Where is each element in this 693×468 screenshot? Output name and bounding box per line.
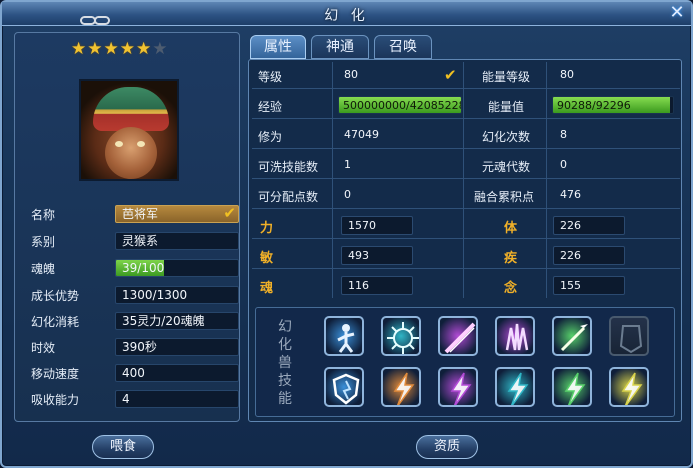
stat-value: 8 xyxy=(560,128,567,141)
tab-attributes[interactable]: 属性 xyxy=(250,35,306,59)
violet-crystal-skill-icon[interactable] xyxy=(495,316,535,356)
transform-window: 幻 化 ✕ ★★★★★★ 名称 芭将军 ✔ 系别 灵猴系 魂魄 39/100 成… xyxy=(0,0,693,468)
stat-row: 等级 80 ✔ 能量等级 80 xyxy=(252,63,680,89)
checkmark-icon[interactable]: ✔ xyxy=(223,205,236,221)
teal-lightning-skill-icon[interactable] xyxy=(495,367,535,407)
field-value: 4 xyxy=(115,390,239,408)
title-bar[interactable]: 幻 化 ✕ xyxy=(2,2,691,26)
attribute-value: 1570 xyxy=(341,216,413,235)
attribute-row: 力 1570 体 226 xyxy=(252,213,680,239)
yellow-lightning-skill-icon[interactable] xyxy=(609,367,649,407)
portrait-hat xyxy=(93,87,169,131)
stat-row: 可洗技能数 1 元魂代数 0 xyxy=(252,153,680,179)
cyan-burst-skill-icon[interactable] xyxy=(381,316,421,356)
soul-progress-bar: 39/100 xyxy=(115,259,239,277)
attribute-value: 116 xyxy=(341,276,413,295)
stat-row: 可分配点数 0 融合累积点 476 xyxy=(252,183,680,209)
locked-skill-icon[interactable] xyxy=(609,316,649,356)
stat-value: 80 xyxy=(344,68,358,81)
stat-label: 能量等级 xyxy=(482,70,531,84)
star-filled-icon: ★ xyxy=(87,39,104,59)
field-value: 400 xyxy=(115,364,239,382)
stat-label: 融合累积点 xyxy=(474,190,535,204)
skills-section: 幻化兽技能 xyxy=(255,307,675,417)
star-filled-icon: ★ xyxy=(119,39,136,59)
energy-bar: 90288/92296 xyxy=(552,96,674,114)
window-title: 幻 化 xyxy=(324,8,369,24)
attribute-value: 226 xyxy=(553,216,625,235)
attribute-value: 155 xyxy=(553,276,625,295)
attribute-value: 226 xyxy=(553,246,625,265)
feed-button[interactable]: 喂食 xyxy=(92,435,154,459)
attribute-label: 力 xyxy=(260,221,274,236)
field-value: 1300/1300 xyxy=(115,286,239,304)
pet-portrait xyxy=(79,79,179,181)
stat-label: 可分配点数 xyxy=(258,190,319,204)
attribute-label: 念 xyxy=(504,281,518,296)
field-label: 魂魄 xyxy=(31,262,56,276)
attribute-label: 敏 xyxy=(260,251,274,266)
green-spear-skill-icon[interactable] xyxy=(552,316,592,356)
experience-text: 500000000/420852288 xyxy=(343,99,462,112)
purple-lightning-skill-icon[interactable] xyxy=(438,367,478,407)
field-value: 35灵力/20魂魄 xyxy=(115,312,239,330)
portrait-eye xyxy=(137,141,145,147)
stat-label: 幻化次数 xyxy=(482,130,531,144)
field-label: 移动速度 xyxy=(31,367,80,381)
green-lightning-skill-icon[interactable] xyxy=(552,367,592,407)
name-value: 芭将军 xyxy=(122,207,159,221)
blue-figure-skill-icon[interactable] xyxy=(324,316,364,356)
stat-row: 经验 500000000/420852288 能量值 90288/92296 xyxy=(252,93,680,119)
field-value: 390秒 xyxy=(115,338,239,356)
stat-value: 1 xyxy=(344,158,351,171)
stat-value: 0 xyxy=(560,158,567,171)
orange-lightning-skill-icon[interactable] xyxy=(381,367,421,407)
attributes-panel: 等级 80 ✔ 能量等级 80 经验 500000000/420852288 能… xyxy=(248,59,682,422)
stat-value: 476 xyxy=(560,188,581,201)
attribute-row: 魂 116 念 155 xyxy=(252,273,680,299)
star-rating: ★★★★★★ xyxy=(71,39,169,59)
stat-label: 元魂代数 xyxy=(482,160,531,174)
field-value: 灵猴系 xyxy=(115,232,239,250)
star-empty-icon: ★ xyxy=(152,39,169,59)
skills-title: 幻化兽技能 xyxy=(278,319,292,407)
close-icon[interactable]: ✕ xyxy=(667,3,687,23)
field-label: 幻化消耗 xyxy=(31,315,80,329)
portrait-face xyxy=(105,127,157,179)
field-label: 系别 xyxy=(31,235,56,249)
stat-value: 0 xyxy=(344,188,351,201)
attribute-value: 493 xyxy=(341,246,413,265)
stat-label: 能量值 xyxy=(488,100,525,114)
field-label: 名称 xyxy=(31,208,56,222)
field-label: 吸收能力 xyxy=(31,393,80,407)
magenta-slash-skill-icon[interactable] xyxy=(438,316,478,356)
star-filled-icon: ★ xyxy=(136,39,153,59)
stat-value: 80 xyxy=(560,68,574,81)
experience-bar: 500000000/420852288 xyxy=(338,96,462,114)
checkmark-icon[interactable]: ✔ xyxy=(444,66,457,84)
attribute-label: 疾 xyxy=(504,251,518,266)
stat-label: 经验 xyxy=(258,100,283,114)
field-label: 时效 xyxy=(31,341,56,355)
attribute-label: 魂 xyxy=(260,281,274,296)
name-field[interactable]: 芭将军 ✔ xyxy=(115,205,239,223)
attribute-label: 体 xyxy=(504,221,518,236)
star-filled-icon: ★ xyxy=(103,39,120,59)
pet-info-panel: ★★★★★★ 名称 芭将军 ✔ 系别 灵猴系 魂魄 39/100 成长优势 13… xyxy=(14,32,240,422)
tab-summon[interactable]: 召唤 xyxy=(374,35,432,59)
energy-text: 90288/92296 xyxy=(557,99,631,112)
stat-row: 修为 47049 幻化次数 8 xyxy=(252,123,680,149)
stat-label: 可洗技能数 xyxy=(258,160,319,174)
stat-label: 等级 xyxy=(258,70,283,84)
star-filled-icon: ★ xyxy=(71,39,88,59)
soul-progress-text: 39/100 xyxy=(122,261,165,275)
stat-label: 修为 xyxy=(258,130,283,144)
aptitude-button[interactable]: 资质 xyxy=(416,435,478,459)
field-label: 成长优势 xyxy=(31,289,80,303)
attribute-row: 敏 493 疾 226 xyxy=(252,243,680,269)
portrait-eye xyxy=(115,141,123,147)
blue-shield-skill-icon[interactable] xyxy=(324,367,364,407)
stat-value: 47049 xyxy=(344,128,379,141)
tab-powers[interactable]: 神通 xyxy=(311,35,369,59)
